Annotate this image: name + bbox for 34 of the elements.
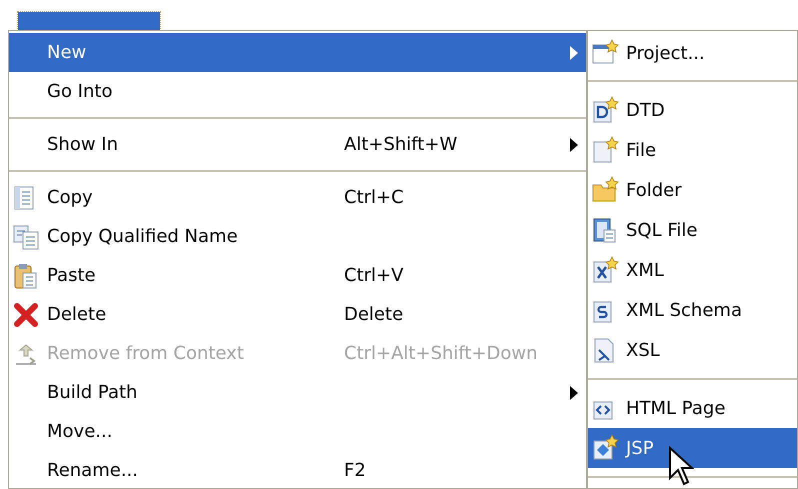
menu-item[interactable]: File — [588, 130, 797, 170]
menu-item[interactable]: JSP — [588, 428, 797, 468]
new-jsp-icon — [591, 434, 619, 462]
new-folder-icon — [591, 176, 619, 204]
menu-item[interactable]: New — [9, 33, 586, 72]
menu-item[interactable]: Show In Alt+Shift+W — [9, 125, 586, 164]
menu-item[interactable]: Project... — [588, 34, 797, 72]
shortcut-label: F2 — [344, 459, 366, 483]
menu-item[interactable]: Go Into — [9, 72, 586, 111]
menu-item[interactable]: Copy Qualified Name — [9, 217, 586, 256]
shortcut-label: Ctrl+Alt+Shift+Down — [344, 342, 538, 366]
new-dtd-icon — [591, 96, 619, 124]
documents-icon — [12, 222, 40, 250]
menu-item[interactable]: Paste Ctrl+V — [9, 256, 586, 295]
menu-item[interactable]: XSL — [588, 330, 797, 370]
mouse-pointer-icon — [668, 446, 694, 486]
menu-item[interactable]: Move... — [9, 412, 586, 451]
menu-item[interactable]: XML — [588, 250, 797, 290]
shortcut-label: Alt+Shift+W — [344, 133, 458, 157]
menu-item[interactable]: SQL File — [588, 210, 797, 250]
menu-item[interactable]: Build Path — [9, 373, 586, 412]
shortcut-label: Ctrl+C — [344, 186, 404, 210]
menu-item[interactable]: Copy Ctrl+C — [9, 178, 586, 217]
menu-item[interactable]: DTD — [588, 90, 797, 130]
menu-item[interactable]: XML Schema — [588, 290, 797, 330]
shortcut-label: Delete — [344, 303, 404, 327]
shortcut-label: Ctrl+V — [344, 264, 404, 288]
menu-item[interactable]: Rename... F2 — [9, 451, 586, 488]
menu-item[interactable]: Folder — [588, 170, 797, 210]
delete-icon — [12, 300, 40, 328]
new-xml-icon — [591, 256, 619, 284]
menu-item[interactable]: HTML Page — [588, 388, 797, 428]
new-file-icon — [591, 136, 619, 164]
menu-item[interactable]: Delete Delete — [9, 295, 586, 334]
